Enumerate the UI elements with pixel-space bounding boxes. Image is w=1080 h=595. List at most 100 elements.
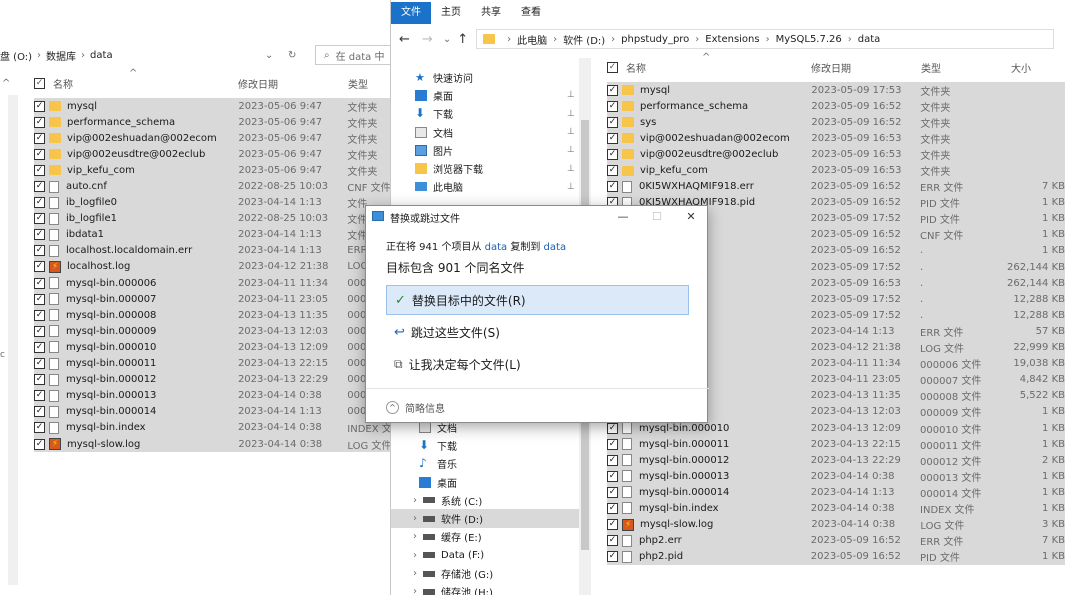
left-scrollbar[interactable] — [8, 95, 18, 585]
row-checkbox[interactable]: ✓ — [34, 197, 45, 209]
search-input[interactable]: ⌕ 在 data 中 — [315, 45, 391, 65]
replace-option[interactable]: ✓ 替换目标中的文件(R) — [386, 285, 689, 315]
row-checkbox[interactable]: ✓ — [607, 438, 618, 450]
row-checkbox[interactable]: ✓ — [34, 181, 45, 193]
file-row[interactable]: ✓ ib_logfile0 2023-04-14 1:13 文件 — [34, 194, 391, 211]
col-size[interactable]: 大小 — [1011, 60, 1031, 75]
file-row[interactable]: ✓ localhost.localdomain.err 2023-04-14 1:1… — [34, 242, 391, 259]
file-row[interactable]: ✓ mysql-bin.000012 2023-04-13 22:29 000012 … — [607, 452, 1065, 469]
nav-item[interactable]: ⬇ 下载 — [391, 436, 579, 454]
tab-home[interactable]: 主页 — [431, 2, 471, 24]
col-date[interactable]: 修改日期 — [238, 76, 348, 91]
breadcrumb-item[interactable]: data — [90, 50, 113, 61]
file-row[interactable]: ✓ mysql-bin.000013 2023-04-14 0:38 000013 文… — [607, 468, 1065, 485]
row-checkbox[interactable]: ✓ — [34, 358, 45, 370]
nav-item[interactable]: › 系统 (C:) — [391, 491, 579, 509]
file-row[interactable]: ✓ vip@002eshuadan@002ecom 2023-05-09 16:53… — [607, 130, 1065, 147]
file-row[interactable]: ✓ performance_schema 2023-05-09 16:52 文件夹 — [607, 98, 1065, 115]
tab-share[interactable]: 共享 — [471, 2, 511, 24]
row-checkbox[interactable]: ✓ — [607, 422, 618, 434]
minimize-button[interactable]: — — [606, 206, 640, 228]
row-checkbox[interactable]: ✓ — [607, 454, 618, 466]
file-row[interactable]: ✓ ⚡ localhost.log 2023-04-12 21:38 LOG — [34, 258, 391, 276]
expand-chevron-icon[interactable]: › — [413, 568, 417, 579]
row-checkbox[interactable]: ✓ — [607, 181, 618, 193]
row-checkbox[interactable]: ✓ — [34, 245, 45, 257]
file-row[interactable]: ✓ ib_logfile1 2022-08-25 10:03 文件 — [34, 210, 391, 227]
file-row[interactable]: ✓ sys 2023-05-09 16:52 文件夹 — [607, 114, 1065, 131]
details-toggle[interactable]: ^ 简略信息 — [386, 400, 445, 415]
file-row[interactable]: ✓ ibdata1 2023-04-14 1:13 文件 — [34, 226, 391, 243]
col-type[interactable]: 类型 — [921, 60, 1011, 75]
row-checkbox[interactable]: ✓ — [34, 325, 45, 337]
breadcrumb-item[interactable]: 软件 (D:) — [563, 32, 605, 47]
nav-item[interactable]: ♪ 音乐 — [391, 455, 579, 473]
row-checkbox[interactable]: ✓ — [607, 502, 618, 514]
expand-chevron-icon[interactable]: › — [413, 531, 417, 542]
pin-icon[interactable]: ⊥ — [567, 164, 575, 174]
nav-item[interactable]: 文档 ⊥ — [391, 123, 579, 141]
nav-item[interactable]: › 软件 (D:) — [391, 509, 579, 528]
nav-item[interactable]: 此电脑 ⊥ — [391, 178, 579, 196]
chevron-down-icon[interactable]: ⌄ — [443, 34, 451, 45]
file-row[interactable]: ✓ vip@002eshuadan@002ecom 2023-05-06 9:47 文… — [34, 130, 391, 147]
chevron-down-icon[interactable]: ⌄ — [265, 50, 273, 61]
col-name[interactable]: 名称 — [53, 76, 238, 91]
tab-file[interactable]: 文件 — [391, 2, 431, 24]
row-checkbox[interactable]: ✓ — [34, 293, 45, 305]
row-checkbox[interactable]: ✓ — [607, 551, 618, 563]
file-row[interactable]: ✓ mysql 2023-05-09 17:53 文件夹 — [607, 82, 1065, 99]
file-row[interactable]: ✓ ⚡ mysql-slow.log 2023-04-14 0:38 LOG 文件 3 K… — [607, 516, 1065, 533]
select-all-checkbox[interactable]: ✓ — [34, 77, 45, 89]
row-checkbox[interactable]: ✓ — [607, 148, 618, 160]
pin-icon[interactable]: ⊥ — [567, 127, 575, 137]
file-row[interactable]: ✓ mysql-bin.000009 2023-04-13 12:03 0000 — [34, 323, 391, 340]
source-link[interactable]: data — [485, 242, 508, 253]
file-row[interactable]: ✓ mysql-bin.000012 2023-04-13 22:29 0000 — [34, 371, 391, 388]
pin-icon[interactable]: ⊥ — [567, 90, 575, 100]
row-checkbox[interactable]: ✓ — [34, 116, 45, 128]
skip-option[interactable]: ↩ 跳过这些文件(S) — [386, 317, 689, 347]
row-checkbox[interactable]: ✓ — [34, 277, 45, 289]
refresh-icon[interactable]: ↻ — [288, 50, 296, 61]
row-checkbox[interactable]: ✓ — [34, 309, 45, 321]
file-row[interactable]: ✓ vip@002eusdtre@002eclub 2023-05-06 9:47 文… — [34, 146, 391, 163]
left-address-bar[interactable]: 盘 (O:) › 数据库 › data ⌄ ↻ ⌕ 在 data 中 — [0, 40, 391, 70]
file-row[interactable]: ✓ vip_kefu_com 2023-05-06 9:47 文件夹 — [34, 162, 391, 179]
select-all-checkbox[interactable]: ✓ — [607, 61, 618, 73]
row-checkbox[interactable]: ✓ — [607, 100, 618, 112]
nav-item[interactable]: 浏览器下载 ⊥ — [391, 159, 579, 177]
back-arrow-icon[interactable]: ← — [399, 32, 410, 47]
nav-item[interactable]: ★ 快速访问 — [391, 68, 579, 86]
row-checkbox[interactable]: ✓ — [34, 100, 45, 112]
close-button[interactable]: ✕ — [674, 206, 708, 228]
row-checkbox[interactable]: ✓ — [34, 148, 45, 160]
row-checkbox[interactable]: ✓ — [607, 165, 618, 177]
nav-item[interactable]: 图片 ⊥ — [391, 141, 579, 159]
nav-item[interactable]: › 存储池 (G:) — [391, 564, 579, 582]
pin-icon[interactable]: ⊥ — [567, 145, 575, 155]
up-arrow-icon[interactable]: ↑ — [457, 32, 468, 47]
row-checkbox[interactable]: ✓ — [607, 535, 618, 547]
file-row[interactable]: ✓ mysql-bin.000006 2023-04-11 11:34 0000 — [34, 275, 391, 292]
row-checkbox[interactable]: ✓ — [607, 519, 618, 531]
file-row[interactable]: ✓ mysql-bin.index 2023-04-14 0:38 INDEX 文 — [34, 419, 391, 436]
breadcrumb-item[interactable]: 盘 (O:) — [0, 48, 32, 63]
breadcrumb-item[interactable]: 此电脑 — [517, 32, 547, 47]
row-checkbox[interactable]: ✓ — [34, 390, 45, 402]
expand-chevron-icon[interactable]: › — [413, 586, 417, 595]
col-name[interactable]: 名称 — [626, 60, 811, 75]
file-row[interactable]: ✓ php2.err 2023-05-09 16:52 ERR 文件 7 KB — [607, 532, 1065, 549]
file-row[interactable]: ✓ mysql-bin.000014 2023-04-14 1:13 0000 — [34, 403, 391, 420]
nav-item[interactable]: 桌面 ⊥ — [391, 86, 579, 104]
row-checkbox[interactable]: ✓ — [34, 261, 45, 273]
row-checkbox[interactable]: ✓ — [34, 164, 45, 176]
row-checkbox[interactable]: ✓ — [607, 116, 618, 128]
pin-icon[interactable]: ⊥ — [567, 109, 575, 119]
file-row[interactable]: ✓ mysql-bin.000011 2023-04-13 22:15 000011 … — [607, 436, 1065, 453]
forward-arrow-icon[interactable]: → — [422, 32, 433, 47]
file-row[interactable]: ✓ mysql-bin.000010 2023-04-13 12:09 0000 — [34, 339, 391, 356]
row-checkbox[interactable]: ✓ — [34, 213, 45, 225]
col-type[interactable]: 类型 — [348, 76, 368, 91]
file-row[interactable]: ✓ mysql-bin.000008 2023-04-13 11:35 0000 — [34, 307, 391, 324]
